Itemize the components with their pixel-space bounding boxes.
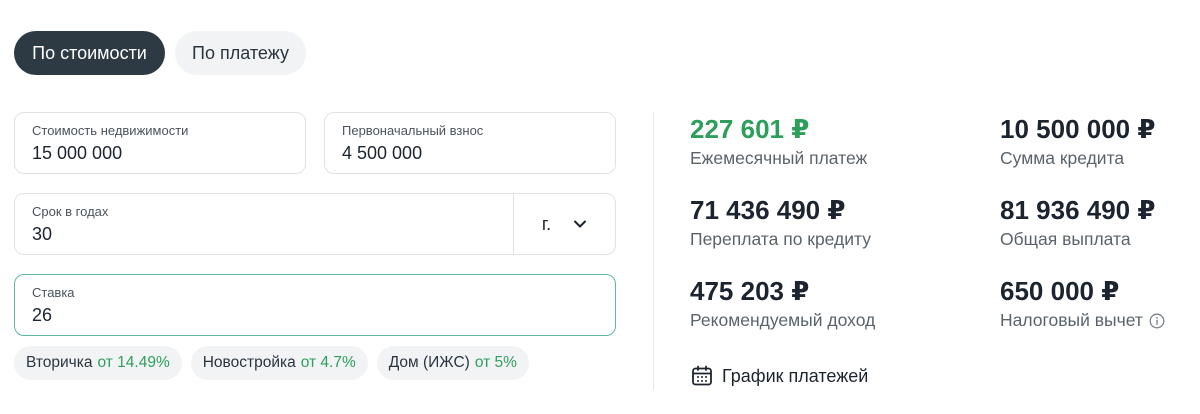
tab-by-cost[interactable]: По стоимости	[14, 31, 165, 75]
loan-amount-value: 10 500 000 ₽	[1000, 114, 1156, 144]
total-payment-value: 81 936 490 ₽	[1000, 195, 1156, 225]
rate-value[interactable]: 26	[32, 305, 52, 326]
chip-label: Дом (ИЖС)	[388, 354, 470, 371]
loan-amount-metric: 10 500 000 ₽ Сумма кредита	[1000, 114, 1155, 169]
calc-mode-tabs: По стоимости По платежу	[14, 31, 306, 75]
tax-deduction-metric: 650 000 ₽ Налоговый вычет	[1000, 276, 1165, 331]
total-payment-metric: 81 936 490 ₽ Общая выплата	[1000, 195, 1155, 250]
total-payment-label: Общая выплата	[1000, 229, 1131, 249]
monthly-payment-label: Ежемесячный платеж	[690, 148, 868, 168]
term-field[interactable]: Срок в годах 30 г.	[14, 193, 616, 255]
tab-by-payment[interactable]: По платежу	[175, 31, 306, 75]
property-cost-value[interactable]: 15 000 000	[32, 143, 122, 164]
tax-deduction-value: 650 000 ₽	[1000, 276, 1120, 306]
rate-presets: Вторичка от 14.49% Новостройка от 4.7% Д…	[14, 346, 529, 380]
tax-deduction-label: Налоговый вычет	[1000, 310, 1143, 330]
recommended-income-metric: 475 203 ₽ Рекомендуемый доход	[690, 276, 875, 331]
overpayment-metric: 71 436 490 ₽ Переплата по кредиту	[690, 195, 871, 250]
overpayment-value: 71 436 490 ₽	[690, 195, 846, 225]
payment-schedule-label: График платежей	[722, 365, 869, 386]
term-unit-select[interactable]: г.	[513, 194, 615, 254]
term-value[interactable]: 30	[32, 224, 52, 245]
chevron-down-icon	[574, 220, 587, 228]
down-payment-field[interactable]: Первоначальный взнос 4 500 000	[324, 112, 616, 174]
recommended-income-value: 475 203 ₽	[690, 276, 810, 306]
rate-field[interactable]: Ставка 26	[14, 274, 616, 336]
info-icon[interactable]	[1149, 313, 1165, 329]
loan-amount-label: Сумма кредита	[1000, 148, 1125, 168]
property-cost-label: Стоимость недвижимости	[32, 123, 189, 138]
chip-house[interactable]: Дом (ИЖС) от 5%	[376, 346, 529, 380]
down-payment-label: Первоначальный взнос	[342, 123, 484, 138]
monthly-payment-metric: 227 601 ₽ Ежемесячный платеж	[690, 114, 867, 169]
chip-rate: от 14.49%	[97, 354, 170, 371]
property-cost-field[interactable]: Стоимость недвижимости 15 000 000	[14, 112, 306, 174]
rate-label: Ставка	[32, 285, 75, 300]
monthly-payment-value: 227 601 ₽	[690, 114, 810, 144]
chip-secondary[interactable]: Вторичка от 14.49%	[14, 346, 182, 380]
divider	[653, 112, 654, 390]
recommended-income-label: Рекомендуемый доход	[690, 310, 876, 330]
down-payment-value[interactable]: 4 500 000	[342, 143, 422, 164]
tax-deduction-row: Налоговый вычет	[1000, 310, 1165, 331]
calendar-icon	[692, 365, 712, 386]
chip-label: Новостройка	[202, 354, 296, 371]
chip-rate: от 4.7%	[300, 354, 356, 371]
term-label: Срок в годах	[32, 204, 109, 219]
payment-schedule-link[interactable]: График платежей	[690, 364, 868, 388]
chip-label: Вторичка	[26, 354, 93, 371]
chip-new-building[interactable]: Новостройка от 4.7%	[190, 346, 368, 380]
chip-rate: от 5%	[474, 354, 517, 371]
term-unit-label: г.	[541, 213, 552, 234]
overpayment-label: Переплата по кредиту	[690, 229, 871, 249]
